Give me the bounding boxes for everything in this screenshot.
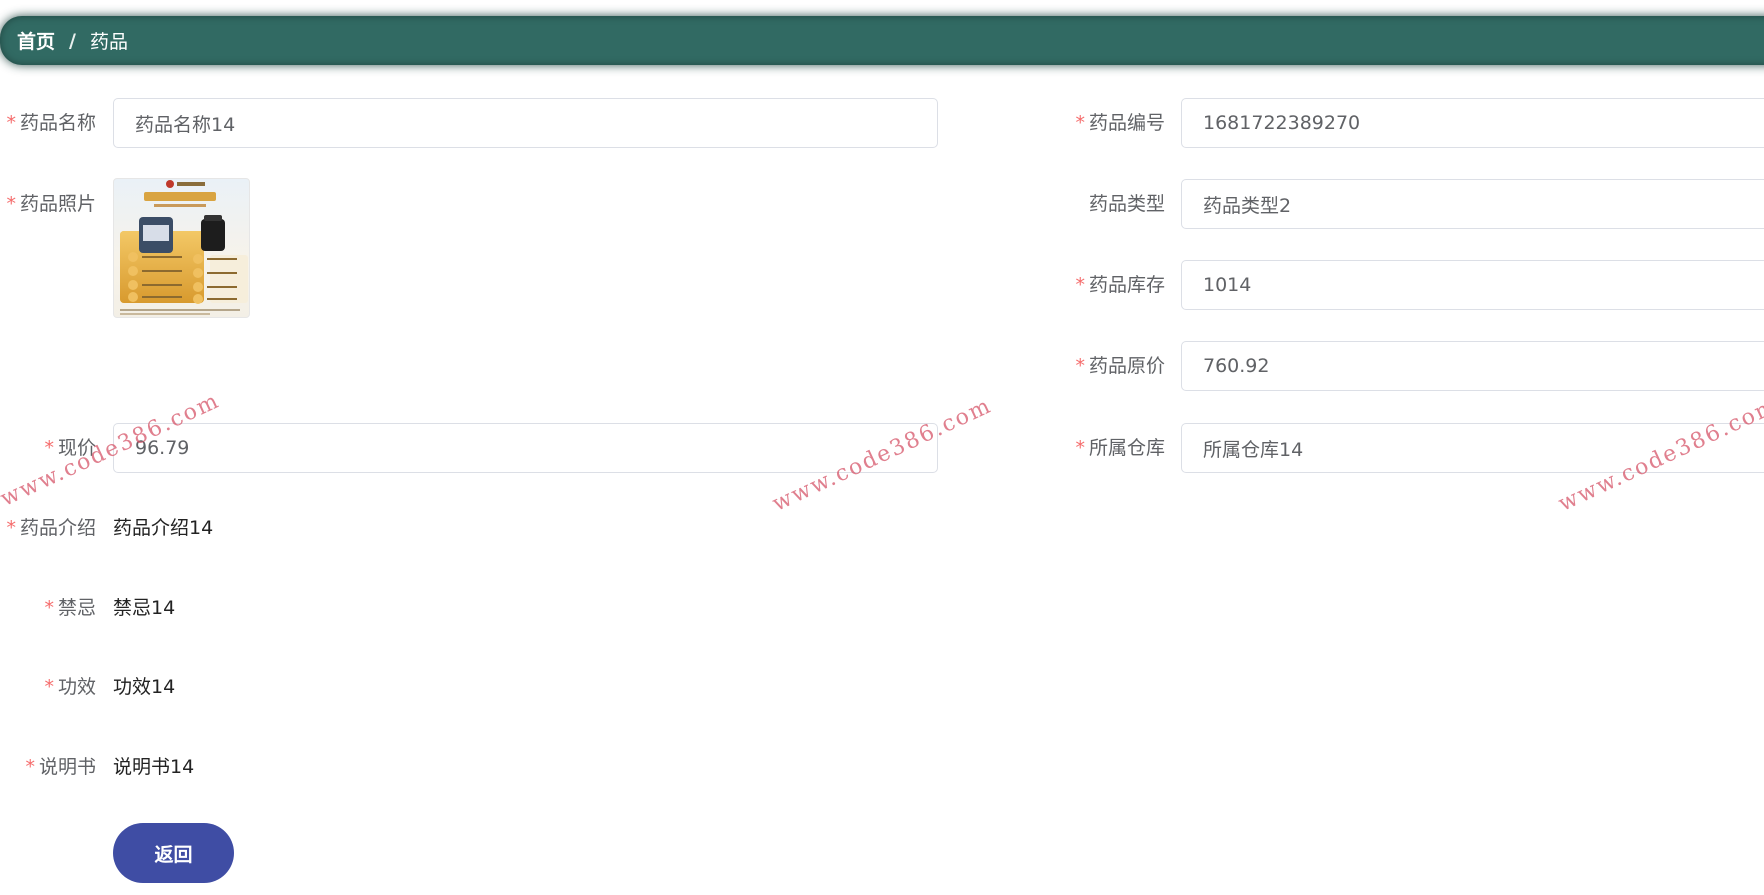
code-label: * 药品编号: [1075, 112, 1165, 134]
required-mark: *: [6, 193, 16, 215]
required-mark: *: [44, 437, 54, 459]
breadcrumb-separator: /: [69, 29, 76, 52]
required-mark: *: [25, 756, 35, 778]
drug-photo[interactable]: [113, 178, 250, 318]
manual-label: * 说明书: [25, 756, 96, 778]
required-mark: *: [1075, 355, 1085, 377]
required-mark: *: [6, 112, 16, 134]
effect-value: 功效14: [113, 676, 176, 698]
original-price-label: * 药品原价: [1075, 355, 1165, 377]
current-price-label: * 现价: [44, 437, 96, 459]
intro-label: * 药品介绍: [6, 517, 96, 539]
type-label: 药品类型: [1088, 193, 1165, 215]
required-mark: *: [1075, 112, 1085, 134]
original-price-field[interactable]: [1181, 341, 1764, 391]
taboo-label: * 禁忌: [44, 597, 96, 619]
taboo-value: 禁忌14: [113, 597, 176, 619]
drug-photo-image: [120, 180, 248, 315]
breadcrumb-current: 药品: [89, 31, 128, 53]
current-price-field[interactable]: [113, 423, 938, 473]
name-field[interactable]: [113, 98, 938, 148]
required-mark: *: [1075, 274, 1085, 296]
required-mark: *: [44, 597, 54, 619]
stock-field[interactable]: [1181, 260, 1764, 310]
effect-label: * 功效: [44, 676, 96, 698]
warehouse-label: * 所属仓库: [1075, 437, 1165, 459]
required-mark: *: [44, 676, 54, 698]
breadcrumb: 首页 / 药品: [0, 16, 1764, 65]
intro-value: 药品介绍14: [113, 517, 214, 539]
required-mark: *: [1075, 437, 1085, 459]
manual-value: 说明书14: [113, 756, 195, 778]
code-field[interactable]: [1181, 98, 1764, 148]
page: 首页 / 药品 *药品名称 *药品编号 *药品照片: [0, 0, 1764, 895]
name-label: * 药品名称: [6, 112, 96, 134]
stock-label: * 药品库存: [1075, 274, 1165, 296]
type-field[interactable]: [1181, 179, 1764, 229]
warehouse-field[interactable]: [1181, 423, 1764, 473]
required-mark: *: [6, 517, 16, 539]
breadcrumb-home[interactable]: 首页: [17, 27, 55, 54]
photo-label: * 药品照片: [6, 193, 96, 215]
back-button[interactable]: 返回: [113, 823, 234, 883]
